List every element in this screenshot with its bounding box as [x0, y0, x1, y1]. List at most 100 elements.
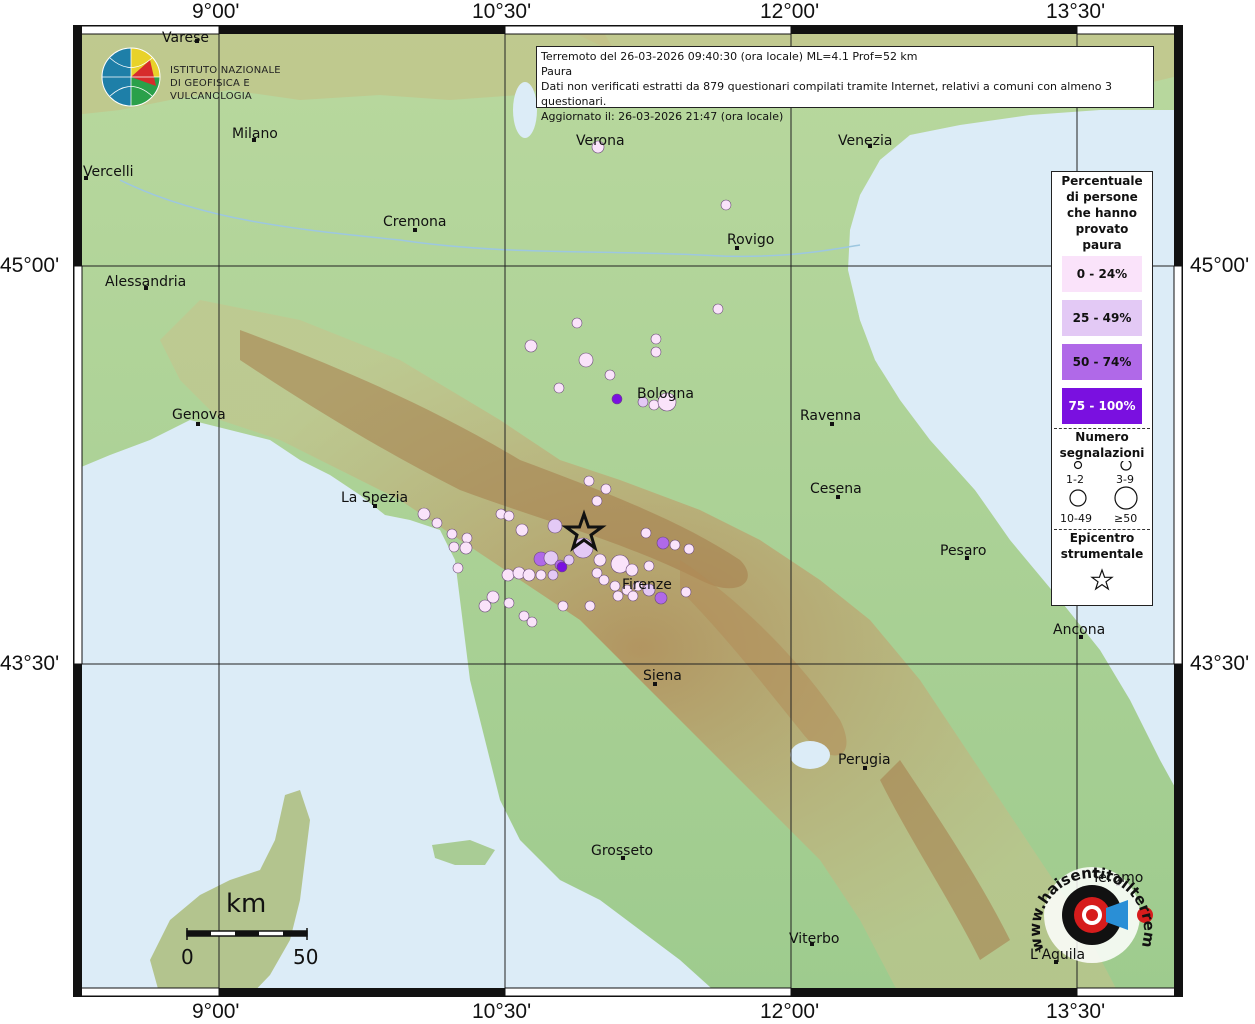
city-genova: Genova	[172, 407, 226, 423]
badge-url: www.haisentitoilterremoto.it	[1022, 845, 1158, 954]
observation-circle	[712, 303, 724, 315]
lon-top-1: 9°00'	[192, 0, 240, 23]
scale-min: 0	[181, 945, 194, 969]
legend-title: Percentuale di persone che hanno provato…	[1061, 174, 1143, 252]
legend-class-1: 0 - 24%	[1062, 256, 1142, 292]
observation-circle	[598, 574, 610, 586]
event-info-box: Terremoto del 26-03-2026 09:40:30 (ora l…	[536, 46, 1154, 123]
observation-circle	[547, 569, 559, 581]
city-bologna: Bologna	[637, 386, 694, 402]
legend-size-title: Numero segnalazioni	[1059, 430, 1145, 460]
legend-star-icon	[1090, 568, 1114, 591]
legend-size-1: 1-2	[1066, 473, 1084, 486]
lat-right-1: 45°00'	[1190, 254, 1250, 277]
lat-left-2: 43°30'	[0, 652, 60, 675]
event-info-line4: Aggiornato il: 26-03-2026 21:47 (ora loc…	[541, 110, 784, 123]
lon-bottom-2: 10°30'	[472, 1000, 532, 1023]
legend-epicenter-title: Epicentro strumentale	[1060, 531, 1144, 561]
legend-size-symbols: 1-2 3-9 10-49 ≥50	[1052, 461, 1152, 525]
lat-left-1: 45°00'	[0, 254, 60, 277]
observation-circle	[611, 393, 623, 405]
observation-circle	[515, 523, 529, 537]
city-ravenna: Ravenna	[800, 408, 862, 424]
city-cesena: Cesena	[810, 481, 862, 497]
observation-circle	[417, 507, 431, 521]
scale-unit: km	[226, 889, 267, 919]
logo-line1: ISTITUTO NAZIONALE	[170, 65, 281, 76]
observation-circle	[503, 597, 515, 609]
observation-circle	[571, 317, 583, 329]
svg-text:www.haisentitoilterremoto.it: www.haisentitoilterremoto.it	[1022, 845, 1158, 954]
legend-class-2: 25 - 49%	[1062, 300, 1142, 336]
observation-circle	[654, 591, 668, 605]
observation-circle	[604, 369, 616, 381]
city-milano: Milano	[232, 126, 278, 142]
observation-circle	[683, 543, 695, 555]
observation-circle	[584, 600, 596, 612]
observation-circle	[524, 339, 538, 353]
observation-circle	[461, 532, 473, 544]
city-siena: Siena	[643, 668, 682, 684]
city-rovigo: Rovigo	[727, 232, 775, 248]
observation-circle	[593, 553, 607, 567]
observation-circle	[501, 568, 515, 582]
lon-top-4: 13°30'	[1046, 0, 1106, 23]
observation-circle	[503, 510, 515, 522]
badge-text: www.haisentitoilterremoto.it	[1022, 845, 1158, 954]
legend-class-4: 75 - 100%	[1062, 388, 1142, 424]
city-varese: Varese	[162, 30, 210, 46]
city-venezia: Venezia	[838, 133, 893, 149]
city-perugia: Perugia	[838, 752, 891, 768]
observation-circle	[535, 569, 547, 581]
observation-circle	[680, 586, 692, 598]
observation-circle	[600, 483, 612, 495]
city-verona: Verona	[576, 133, 625, 149]
observation-circle	[448, 541, 460, 553]
observation-circle	[578, 352, 594, 368]
city-la-spezia: La Spezia	[341, 490, 409, 506]
observation-circle	[720, 199, 732, 211]
city-pesaro: Pesaro	[940, 543, 987, 559]
observation-circle	[591, 495, 603, 507]
observation-circle	[522, 568, 536, 582]
observation-circle	[643, 560, 655, 572]
city-vercelli: Vercelli	[83, 164, 134, 180]
observation-circle	[640, 527, 652, 539]
observation-circle	[553, 382, 565, 394]
city-alessandria: Alessandria	[105, 274, 187, 290]
city-ancona: Ancona	[1053, 622, 1106, 638]
lon-top-3: 12°00'	[760, 0, 820, 23]
observation-circle	[431, 517, 443, 529]
event-info-line3: Dati non verificati estratti da 879 ques…	[541, 80, 1113, 108]
observation-circle	[625, 563, 639, 577]
observation-circle	[609, 580, 621, 592]
city-viterbo: Viterbo	[789, 931, 840, 947]
observation-circle	[563, 554, 575, 566]
legend-size-2: 3-9	[1116, 473, 1134, 486]
event-info-line1: Terremoto del 26-03-2026 09:40:30 (ora l…	[541, 50, 918, 63]
observation-circle	[650, 333, 662, 345]
lon-bottom-3: 12°00'	[760, 1000, 820, 1023]
observation-circle	[583, 475, 595, 487]
observation-circle	[547, 518, 563, 534]
observation-circle	[478, 599, 492, 613]
ingv-logo: ISTITUTO NAZIONALE DI GEOFISICA E VULCAN…	[100, 46, 330, 110]
observation-circle	[459, 541, 473, 555]
legend-class-3: 50 - 74%	[1062, 344, 1142, 380]
event-info-line2: Paura	[541, 65, 573, 78]
lon-bottom-1: 9°00'	[192, 1000, 240, 1023]
city-firenze: Firenze	[622, 577, 672, 593]
observation-circle	[656, 536, 670, 550]
lon-bottom-4: 13°30'	[1046, 1000, 1106, 1023]
lon-top-2: 10°30'	[472, 0, 532, 23]
lake-garda	[513, 82, 537, 138]
logo-line2: DI GEOFISICA E VULCANOLOGIA	[170, 78, 252, 102]
observation-circle	[446, 528, 458, 540]
legend-panel: Percentuale di persone che hanno provato…	[1051, 171, 1153, 606]
observation-circle	[452, 562, 464, 574]
ingv-globe-icon	[101, 47, 161, 107]
lake-trasimeno	[790, 741, 830, 769]
observation-circle	[669, 539, 681, 551]
city-grosseto: Grosseto	[591, 843, 654, 859]
observation-circle	[557, 600, 569, 612]
